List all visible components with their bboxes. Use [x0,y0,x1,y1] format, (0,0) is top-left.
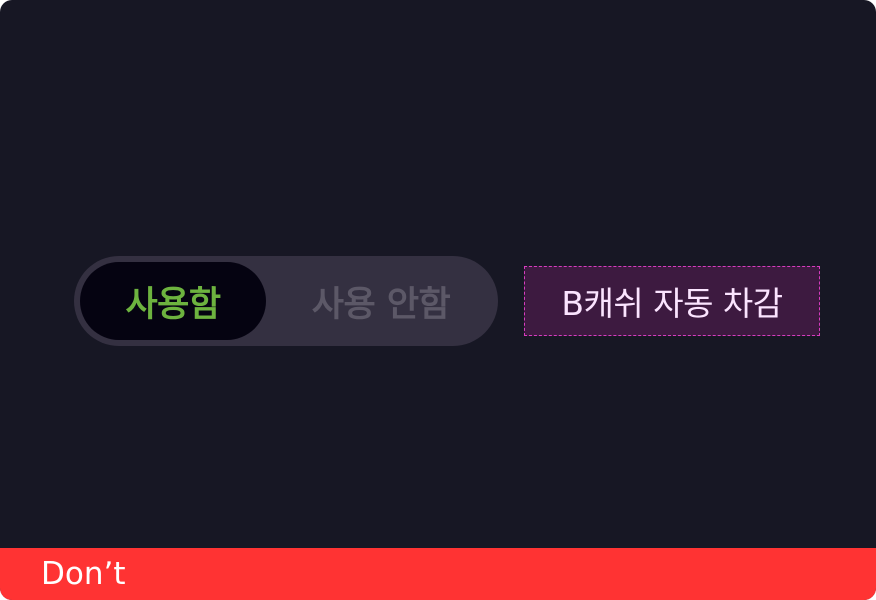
dont-banner: Don’t [0,548,876,600]
toggle-option-on-label: 사용함 [125,284,221,325]
toggle-option-on[interactable]: 사용함 [80,262,266,340]
dont-label: Don’t [41,556,126,592]
annotation-badge: B캐쉬 자동 차감 [524,266,820,336]
annotation-label: B캐쉬 자동 차감 [561,284,783,323]
usage-toggle[interactable]: 사용함 사용 안함 [74,256,498,346]
toggle-option-off[interactable]: 사용 안함 [270,262,492,340]
toggle-option-off-label: 사용 안함 [311,284,451,325]
example-frame: 사용함 사용 안함 B캐쉬 자동 차감 Don’t [0,0,876,600]
